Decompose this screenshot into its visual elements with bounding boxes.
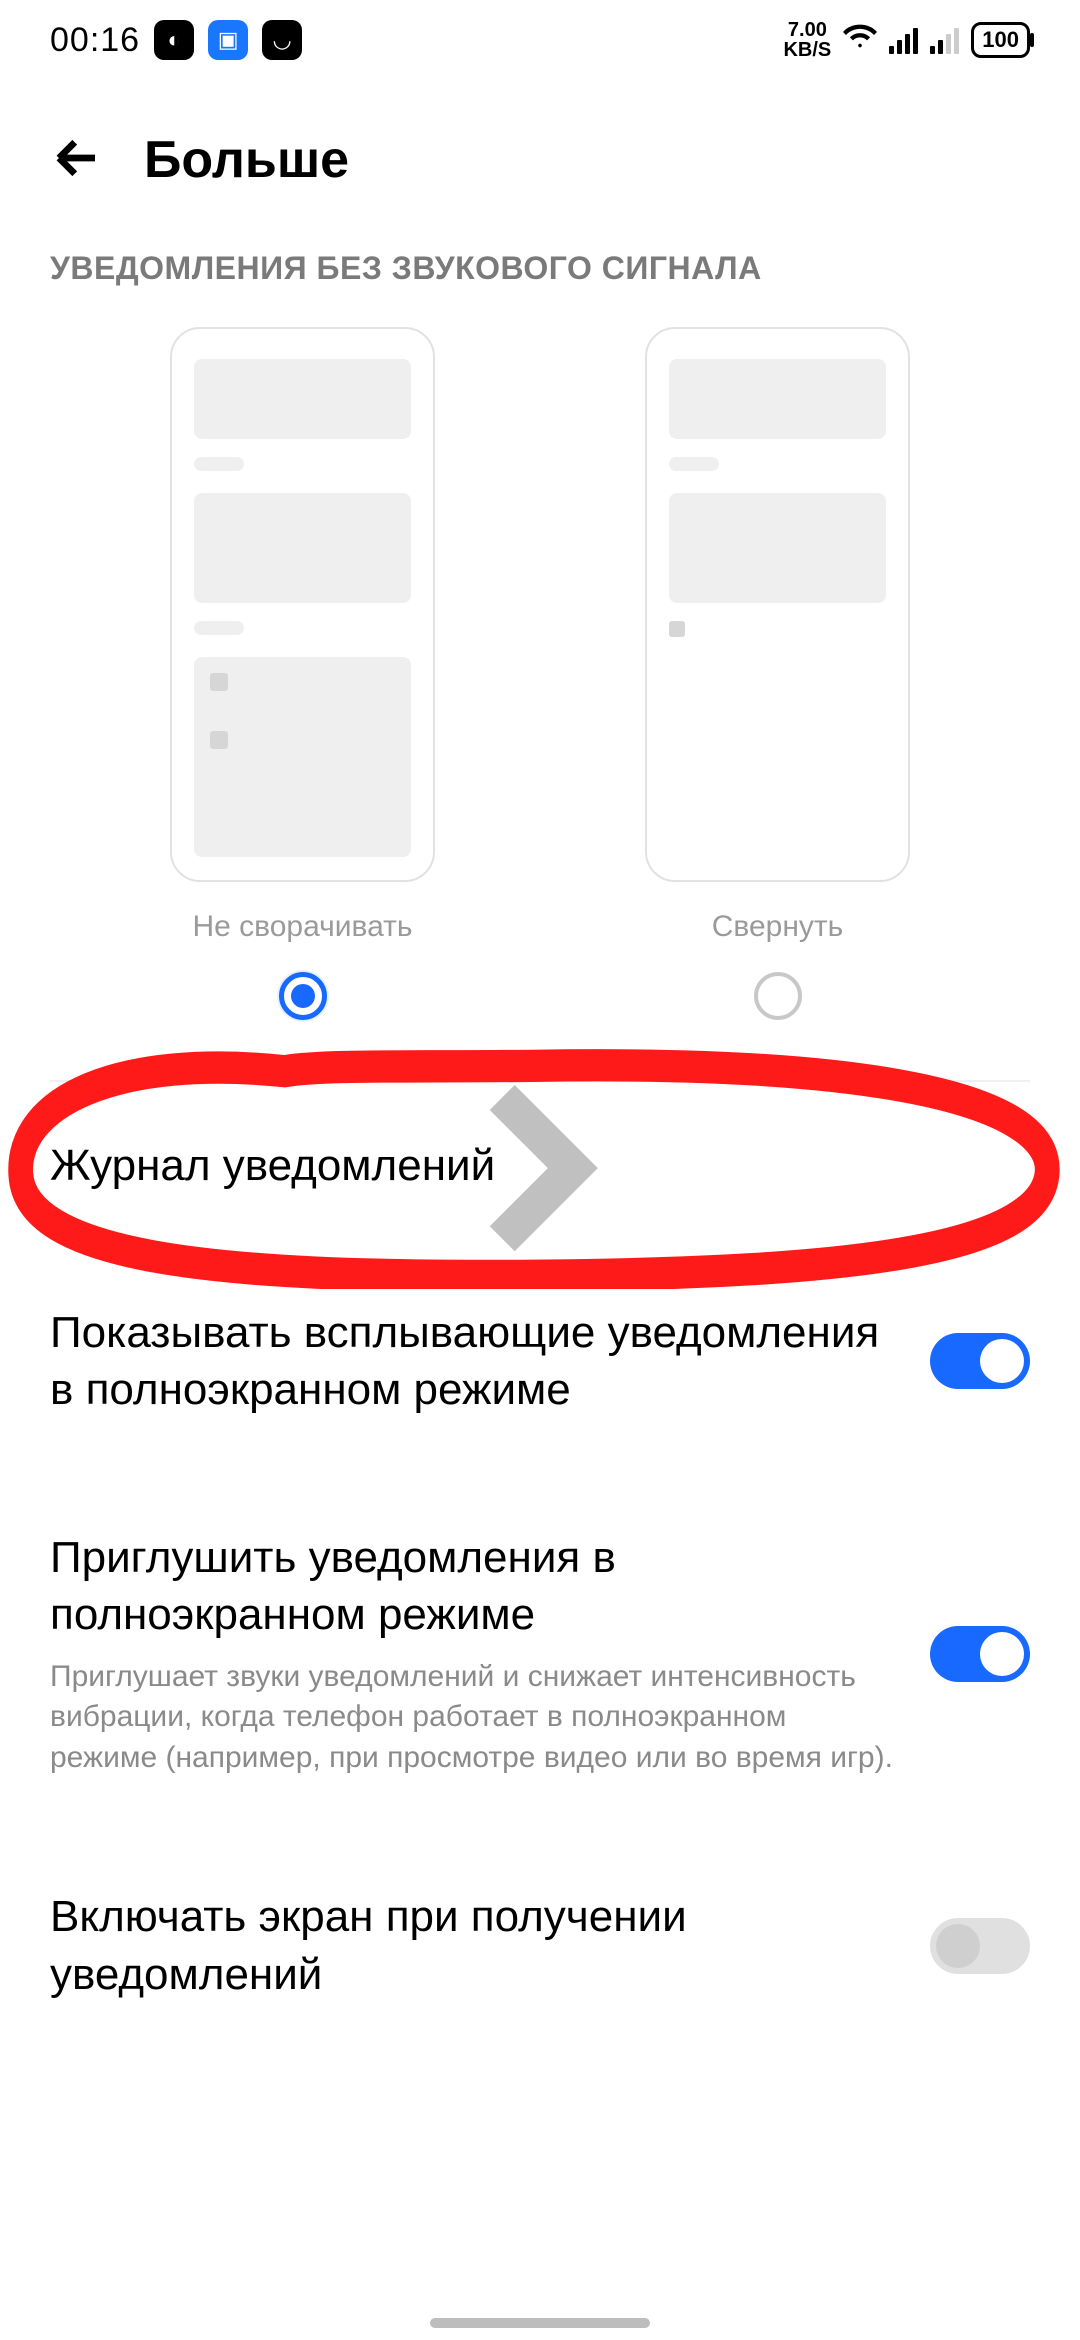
wifi-icon	[843, 19, 877, 61]
option-no-collapse-label: Не сворачивать	[192, 910, 412, 944]
status-bar: 00:16 ◐ ▣ ◡ 7.00 KB/S 100	[0, 0, 1080, 80]
signal-1-icon	[889, 26, 918, 54]
row-mute-fullscreen-title: Приглушить уведомления в полноэкранном р…	[50, 1529, 900, 1643]
row-wake-screen-title: Включать экран при получении уведомлений	[50, 1888, 900, 2002]
statusbar-app-icon-1: ◐	[154, 20, 194, 60]
option-no-collapse-radio[interactable]	[279, 972, 327, 1020]
option-collapse-label: Свернуть	[712, 910, 844, 944]
row-show-floating-title: Показывать всплывающие уведомления в пол…	[50, 1304, 900, 1418]
signal-2-icon	[930, 26, 959, 54]
option-no-collapse[interactable]: Не сворачивать	[170, 327, 435, 1020]
option-collapse[interactable]: Свернуть	[645, 327, 910, 1020]
option-no-collapse-preview	[170, 327, 435, 882]
toggle-show-floating[interactable]	[930, 1333, 1030, 1389]
row-notification-history[interactable]: Журнал уведомлений	[50, 1082, 1030, 1249]
collapse-options: Не сворачивать Свернуть	[50, 327, 1030, 1020]
back-button[interactable]	[50, 131, 104, 190]
statusbar-app-icon-3: ◡	[262, 20, 302, 60]
battery-icon: 100	[971, 22, 1030, 58]
statusbar-time: 00:16	[50, 21, 140, 60]
option-collapse-radio[interactable]	[754, 972, 802, 1020]
page-title: Больше	[144, 130, 349, 190]
row-wake-screen: Включать экран при получении уведомлений	[50, 1833, 1030, 2012]
section-silent-header: УВЕДОМЛЕНИЯ БЕЗ ЗВУКОВОГО СИГНАЛА	[50, 250, 1030, 287]
row-notification-history-title: Журнал уведомлений	[50, 1137, 1000, 1194]
gesture-bar	[430, 2318, 650, 2328]
row-mute-fullscreen: Приглушить уведомления в полноэкранном р…	[50, 1474, 1030, 1834]
row-show-floating: Показывать всплывающие уведомления в пол…	[50, 1249, 1030, 1473]
toggle-mute-fullscreen[interactable]	[930, 1626, 1030, 1682]
statusbar-netspeed: 7.00 KB/S	[783, 20, 831, 60]
page-header: Больше	[0, 80, 1080, 250]
row-mute-fullscreen-desc: Приглушает звуки уведомлений и снижает и…	[50, 1657, 900, 1779]
toggle-wake-screen[interactable]	[930, 1918, 1030, 1974]
statusbar-app-icon-2: ▣	[208, 20, 248, 60]
option-collapse-preview	[645, 327, 910, 882]
